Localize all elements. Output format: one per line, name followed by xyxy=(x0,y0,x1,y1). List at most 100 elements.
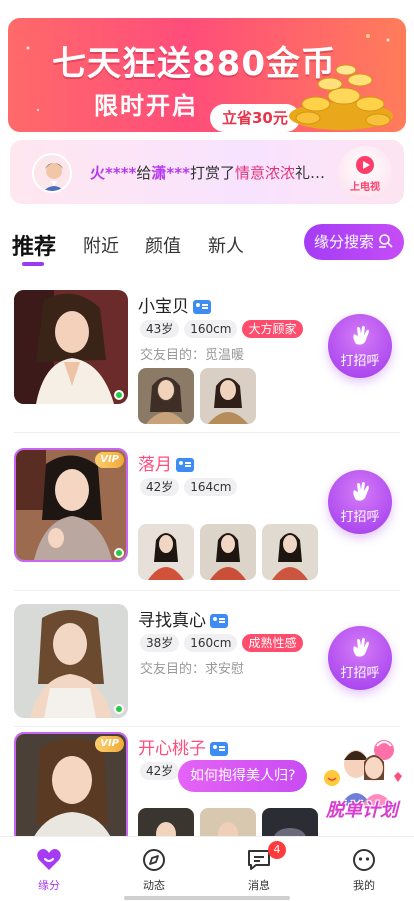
message-icon: 4 xyxy=(246,841,286,873)
user-photo[interactable]: VIP xyxy=(14,448,128,562)
say-hello-button[interactable]: 打招呼 xyxy=(328,626,392,690)
fate-search-label: 缘分搜索 xyxy=(314,233,375,251)
notice-tail: 礼… xyxy=(294,164,325,182)
id-verified-icon xyxy=(176,458,194,472)
smiley-icon xyxy=(351,847,377,873)
age-tag: 43岁 xyxy=(140,320,180,338)
nav-moments[interactable]: 动态 xyxy=(124,847,184,893)
photo-thumbnails xyxy=(138,808,318,836)
user-name: 开心桃子 xyxy=(138,734,228,759)
heart-icon xyxy=(36,847,62,873)
user-tags: 42岁 164cm xyxy=(140,478,238,496)
user-name-text: 落月 xyxy=(138,455,172,475)
on-tv-button[interactable]: 上电视 xyxy=(338,146,392,200)
user-card[interactable]: VIP 落月 42岁 164cm 打招呼 xyxy=(0,448,414,596)
user-name: 落月 xyxy=(138,450,194,475)
search-icon xyxy=(379,234,393,248)
say-hello-label: 打招呼 xyxy=(340,666,380,681)
dating-purpose: 交友目的：觅温暖 xyxy=(140,348,245,363)
divider xyxy=(14,432,400,433)
say-hello-label: 打招呼 xyxy=(340,354,380,369)
say-hello-label: 打招呼 xyxy=(340,510,380,525)
user-name-text: 小宝贝 xyxy=(138,297,189,317)
promo-banner[interactable]: 七天狂送880金币 限时开启 立省30元 xyxy=(8,18,406,132)
user-photo[interactable]: VIP xyxy=(14,732,128,836)
tab-recommend[interactable]: 推荐 xyxy=(12,229,56,261)
user-card[interactable]: 寻找真心 38岁 160cm 成熟性感 交友目的：求安慰 打招呼 xyxy=(0,604,414,752)
app-screen: 七天狂送880金币 限时开启 立省30元 火****给潇***打赏了情意浓浓礼…… xyxy=(0,0,414,901)
gift-notice-text: 火****给潇***打赏了情意浓浓礼… xyxy=(90,162,325,183)
home-indicator[interactable] xyxy=(124,896,290,900)
tab-nearby[interactable]: 附近 xyxy=(83,232,119,258)
wave-hand-icon xyxy=(353,638,369,657)
user-tags: 42岁 xyxy=(140,762,180,780)
say-hello-button[interactable]: 打招呼 xyxy=(328,314,392,378)
nav-messages[interactable]: 4 消息 xyxy=(229,841,289,893)
user-card[interactable]: 小宝贝 43岁 160cm 大方顾家 交友目的：觅温暖 打招呼 xyxy=(0,290,414,438)
photo-thumbnail[interactable] xyxy=(200,808,256,836)
wave-hand-icon xyxy=(353,326,369,345)
vip-badge: VIP xyxy=(95,452,124,468)
notice-verb: 给 xyxy=(136,164,152,182)
user-photo[interactable] xyxy=(14,604,128,718)
trait-tag: 成熟性感 xyxy=(242,634,303,652)
category-tabs: 推荐 附近 颜值 新人 缘分搜索 xyxy=(0,222,414,268)
tab-new[interactable]: 新人 xyxy=(208,232,244,258)
age-tag: 42岁 xyxy=(140,762,180,780)
photo-thumbnail[interactable] xyxy=(262,808,318,836)
online-indicator xyxy=(114,390,124,400)
unread-badge: 4 xyxy=(268,841,286,859)
photo-thumbnail[interactable] xyxy=(138,808,194,836)
sender-name: 火**** xyxy=(90,164,137,182)
gift-name: 情意浓浓 xyxy=(234,164,295,182)
online-indicator xyxy=(114,704,124,714)
nav-messages-label: 消息 xyxy=(248,879,270,892)
bottom-navigation: 缘分 动态 4 消息 我的 xyxy=(0,836,414,901)
wave-hand-icon xyxy=(353,482,369,501)
photo-thumbnail[interactable] xyxy=(200,368,256,424)
id-verified-icon xyxy=(210,614,228,628)
fate-search-button[interactable]: 缘分搜索 xyxy=(304,224,404,260)
user-photo[interactable] xyxy=(14,290,128,404)
user-tags: 38岁 160cm 成熟性感 xyxy=(140,634,303,652)
nav-moments-label: 动态 xyxy=(143,879,165,892)
nav-me[interactable]: 我的 xyxy=(334,847,394,893)
online-indicator xyxy=(114,548,124,558)
divider xyxy=(14,726,400,727)
user-name-text: 寻找真心 xyxy=(138,611,206,631)
height-tag: 164cm xyxy=(184,478,238,496)
on-tv-label: 上电视 xyxy=(350,182,380,193)
say-hello-button[interactable]: 打招呼 xyxy=(328,470,392,534)
dating-tip-bubble[interactable]: 如何抱得美人归? xyxy=(178,760,308,792)
user-name-text: 开心桃子 xyxy=(138,739,206,759)
receiver-name: 潇*** xyxy=(151,164,190,182)
compass-icon xyxy=(141,847,167,873)
vip-badge: VIP xyxy=(95,736,124,752)
gift-notice-strip[interactable]: 火****给潇***打赏了情意浓浓礼… 上电视 xyxy=(10,140,404,204)
user-name: 小宝贝 xyxy=(138,292,211,317)
photo-thumbnail[interactable] xyxy=(138,368,194,424)
dating-plan-label: 脱单计划 xyxy=(326,800,398,821)
nav-fate[interactable]: 缘分 xyxy=(19,847,79,893)
photo-thumbnail[interactable] xyxy=(200,524,256,580)
nav-fate-label: 缘分 xyxy=(38,879,60,892)
id-verified-icon xyxy=(193,300,211,314)
user-tags: 43岁 160cm 大方顾家 xyxy=(140,320,303,338)
photo-thumbnail[interactable] xyxy=(138,524,194,580)
notice-verb: 打赏了 xyxy=(189,164,235,182)
tab-looks[interactable]: 颜值 xyxy=(145,232,181,258)
gold-coins-icon xyxy=(289,64,393,130)
play-icon xyxy=(356,156,374,174)
photo-thumbnails xyxy=(138,368,256,424)
divider xyxy=(14,590,400,591)
photo-thumbnail[interactable] xyxy=(262,524,318,580)
photo-thumbnails xyxy=(138,524,318,580)
dating-purpose: 交友目的：求安慰 xyxy=(140,662,245,677)
sender-avatar xyxy=(32,153,72,193)
id-verified-icon xyxy=(210,742,228,756)
nav-me-label: 我的 xyxy=(353,879,375,892)
dating-plan-promo[interactable]: 脱单计划 xyxy=(322,736,408,821)
user-name: 寻找真心 xyxy=(138,606,228,631)
height-tag: 160cm xyxy=(184,320,238,338)
age-tag: 42岁 xyxy=(140,478,180,496)
